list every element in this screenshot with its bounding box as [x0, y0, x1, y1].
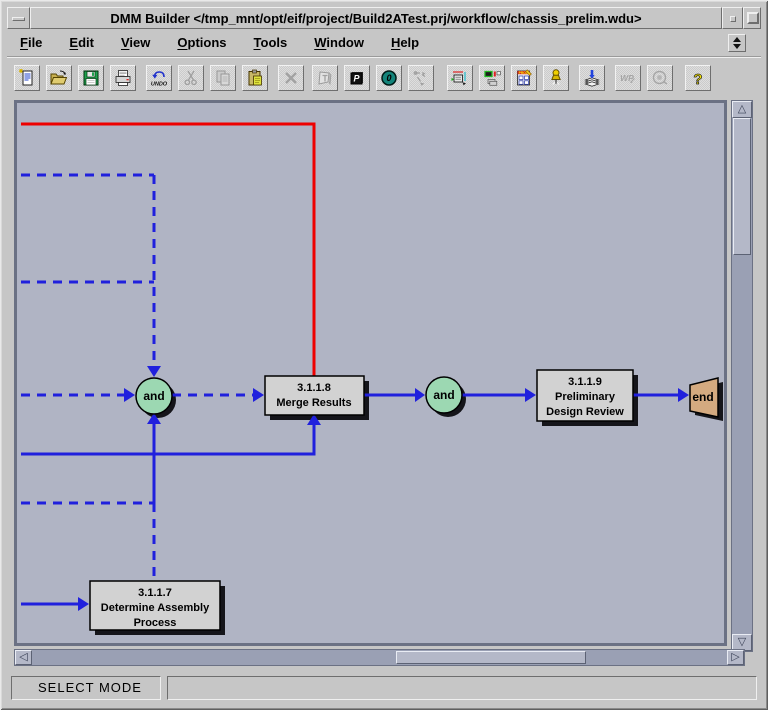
svg-text:Merge Results: Merge Results [276, 397, 351, 409]
wp-icon: WP [618, 68, 638, 88]
open-file-button[interactable] [46, 65, 72, 91]
workflow-canvas[interactable]: and 3.1.1.8 Merge Results and 3.1.1.9 Pr… [14, 100, 727, 646]
svg-text:UNDO: UNDO [151, 81, 168, 87]
svg-text:Preliminary: Preliminary [555, 391, 616, 403]
svg-text:and: and [433, 388, 454, 402]
view-stack-icon [482, 68, 502, 88]
svg-text:end: end [692, 390, 713, 404]
open-folder-icon [49, 68, 69, 88]
delete-x-icon [281, 68, 301, 88]
menu-view[interactable]: View [119, 30, 152, 56]
delete-button[interactable] [278, 65, 304, 91]
pushpin-icon [546, 68, 566, 88]
window-menu-icon [12, 17, 25, 21]
paste-clipboard-icon [245, 68, 265, 88]
workflow-diagram: and 3.1.1.8 Merge Results and 3.1.1.9 Pr… [17, 103, 724, 643]
text-flag-icon [315, 68, 335, 88]
menubar-spinner-button[interactable] [728, 34, 746, 52]
node-and-junction-1[interactable]: and [136, 378, 172, 414]
scroll-left-button[interactable]: ◁ [15, 650, 32, 665]
flow-solid-into-merge-bottom[interactable] [21, 425, 314, 454]
menu-help[interactable]: Help [389, 30, 421, 56]
flows-dashed [21, 175, 253, 581]
pushpin-button[interactable] [543, 65, 569, 91]
print-button[interactable] [110, 65, 136, 91]
titlebar: DMM Builder </tmp_mnt/opt/eif/project/Bu… [7, 7, 761, 29]
vertical-scrollbar[interactable]: △ ▽ [731, 100, 753, 652]
svg-text:3.1.1.8: 3.1.1.8 [297, 382, 331, 394]
node-task-3-1-1-7[interactable]: 3.1.1.7 Determine Assembly Process [90, 581, 220, 630]
save-file-button[interactable] [78, 65, 104, 91]
text-label-tool-button[interactable] [312, 65, 338, 91]
dmm-builder-window: DMM Builder </tmp_mnt/opt/eif/project/Bu… [0, 0, 768, 710]
workflow-diagram-icon [450, 68, 470, 88]
svg-text:3.1.1.9: 3.1.1.9 [568, 376, 602, 388]
operation-tool-button[interactable]: 0 [376, 65, 402, 91]
save-floppy-icon [81, 68, 101, 88]
scroll-right-button[interactable]: ▷ [727, 650, 744, 665]
spinner-down-icon [733, 44, 741, 49]
maximize-icon [747, 12, 759, 24]
window-title: DMM Builder </tmp_mnt/opt/eif/project/Bu… [30, 7, 722, 29]
svg-text:Determine Assembly: Determine Assembly [101, 602, 210, 614]
new-document-icon [17, 68, 37, 88]
svg-text:and: and [143, 389, 164, 403]
svg-text:P: P [353, 73, 360, 83]
import-drop-button[interactable] [579, 65, 605, 91]
printer-icon [113, 68, 133, 88]
copy-button[interactable] [210, 65, 236, 91]
window-menu-button[interactable] [7, 7, 30, 29]
process-tool-button[interactable]: P [344, 65, 370, 91]
svg-text:?: ? [693, 71, 702, 88]
operation-o-icon: 0 [379, 68, 399, 88]
cut-scissors-icon [181, 68, 201, 88]
minimize-icon [730, 16, 736, 22]
copy-icon [213, 68, 233, 88]
svg-text:3.1.1.7: 3.1.1.7 [138, 587, 172, 599]
horizontal-scrollbar-thumb[interactable] [396, 651, 586, 664]
help-question-icon: ? [688, 68, 708, 88]
dial-icon [650, 68, 670, 88]
node-task-3-1-1-9[interactable]: 3.1.1.9 Preliminary Design Review [537, 370, 633, 421]
new-document-button[interactable] [14, 65, 40, 91]
link-tool-button[interactable] [408, 65, 434, 91]
horizontal-scrollbar[interactable]: ◁ ▷ [14, 649, 745, 666]
process-p-icon: P [347, 68, 367, 88]
menu-tools[interactable]: Tools [252, 30, 290, 56]
menu-window[interactable]: Window [312, 30, 366, 56]
link-connector-icon [411, 68, 431, 88]
dial-tool-button[interactable] [647, 65, 673, 91]
svg-text:Process: Process [134, 617, 177, 629]
node-end[interactable]: end [690, 378, 718, 417]
workflow-editor-button[interactable] [447, 65, 473, 91]
status-mode-indicator: SELECT MODE [11, 676, 161, 700]
menu-file[interactable]: File [18, 30, 44, 56]
flow-red-exception[interactable] [21, 124, 314, 376]
vertical-scrollbar-thumb[interactable] [733, 118, 751, 255]
help-button[interactable]: ? [685, 65, 711, 91]
node-task-3-1-1-8[interactable]: 3.1.1.8 Merge Results [265, 376, 364, 415]
spinner-up-icon [733, 37, 741, 42]
prob-editor-button[interactable]: PROB [511, 65, 537, 91]
undo-icon: UNDO [149, 68, 169, 88]
flows-solid [21, 395, 678, 604]
import-stack-icon [582, 68, 602, 88]
menubar: File Edit View Options Tools Window Help [7, 29, 761, 57]
svg-text:0: 0 [386, 73, 391, 83]
undo-button[interactable]: UNDO [146, 65, 172, 91]
prob-editor-icon: PROB [514, 68, 534, 88]
node-and-junction-2[interactable]: and [426, 377, 462, 413]
minimize-button[interactable] [722, 7, 743, 29]
paste-button[interactable] [242, 65, 268, 91]
status-message-area [167, 676, 757, 700]
menu-options[interactable]: Options [175, 30, 228, 56]
svg-text:Design Review: Design Review [546, 406, 624, 418]
word-processor-button[interactable]: WP [615, 65, 641, 91]
view-manager-button[interactable] [479, 65, 505, 91]
cut-button[interactable] [178, 65, 204, 91]
toolbar: UNDO P [7, 57, 761, 97]
maximize-button[interactable] [743, 7, 761, 29]
menu-edit[interactable]: Edit [67, 30, 96, 56]
scroll-up-button[interactable]: △ [732, 101, 752, 118]
